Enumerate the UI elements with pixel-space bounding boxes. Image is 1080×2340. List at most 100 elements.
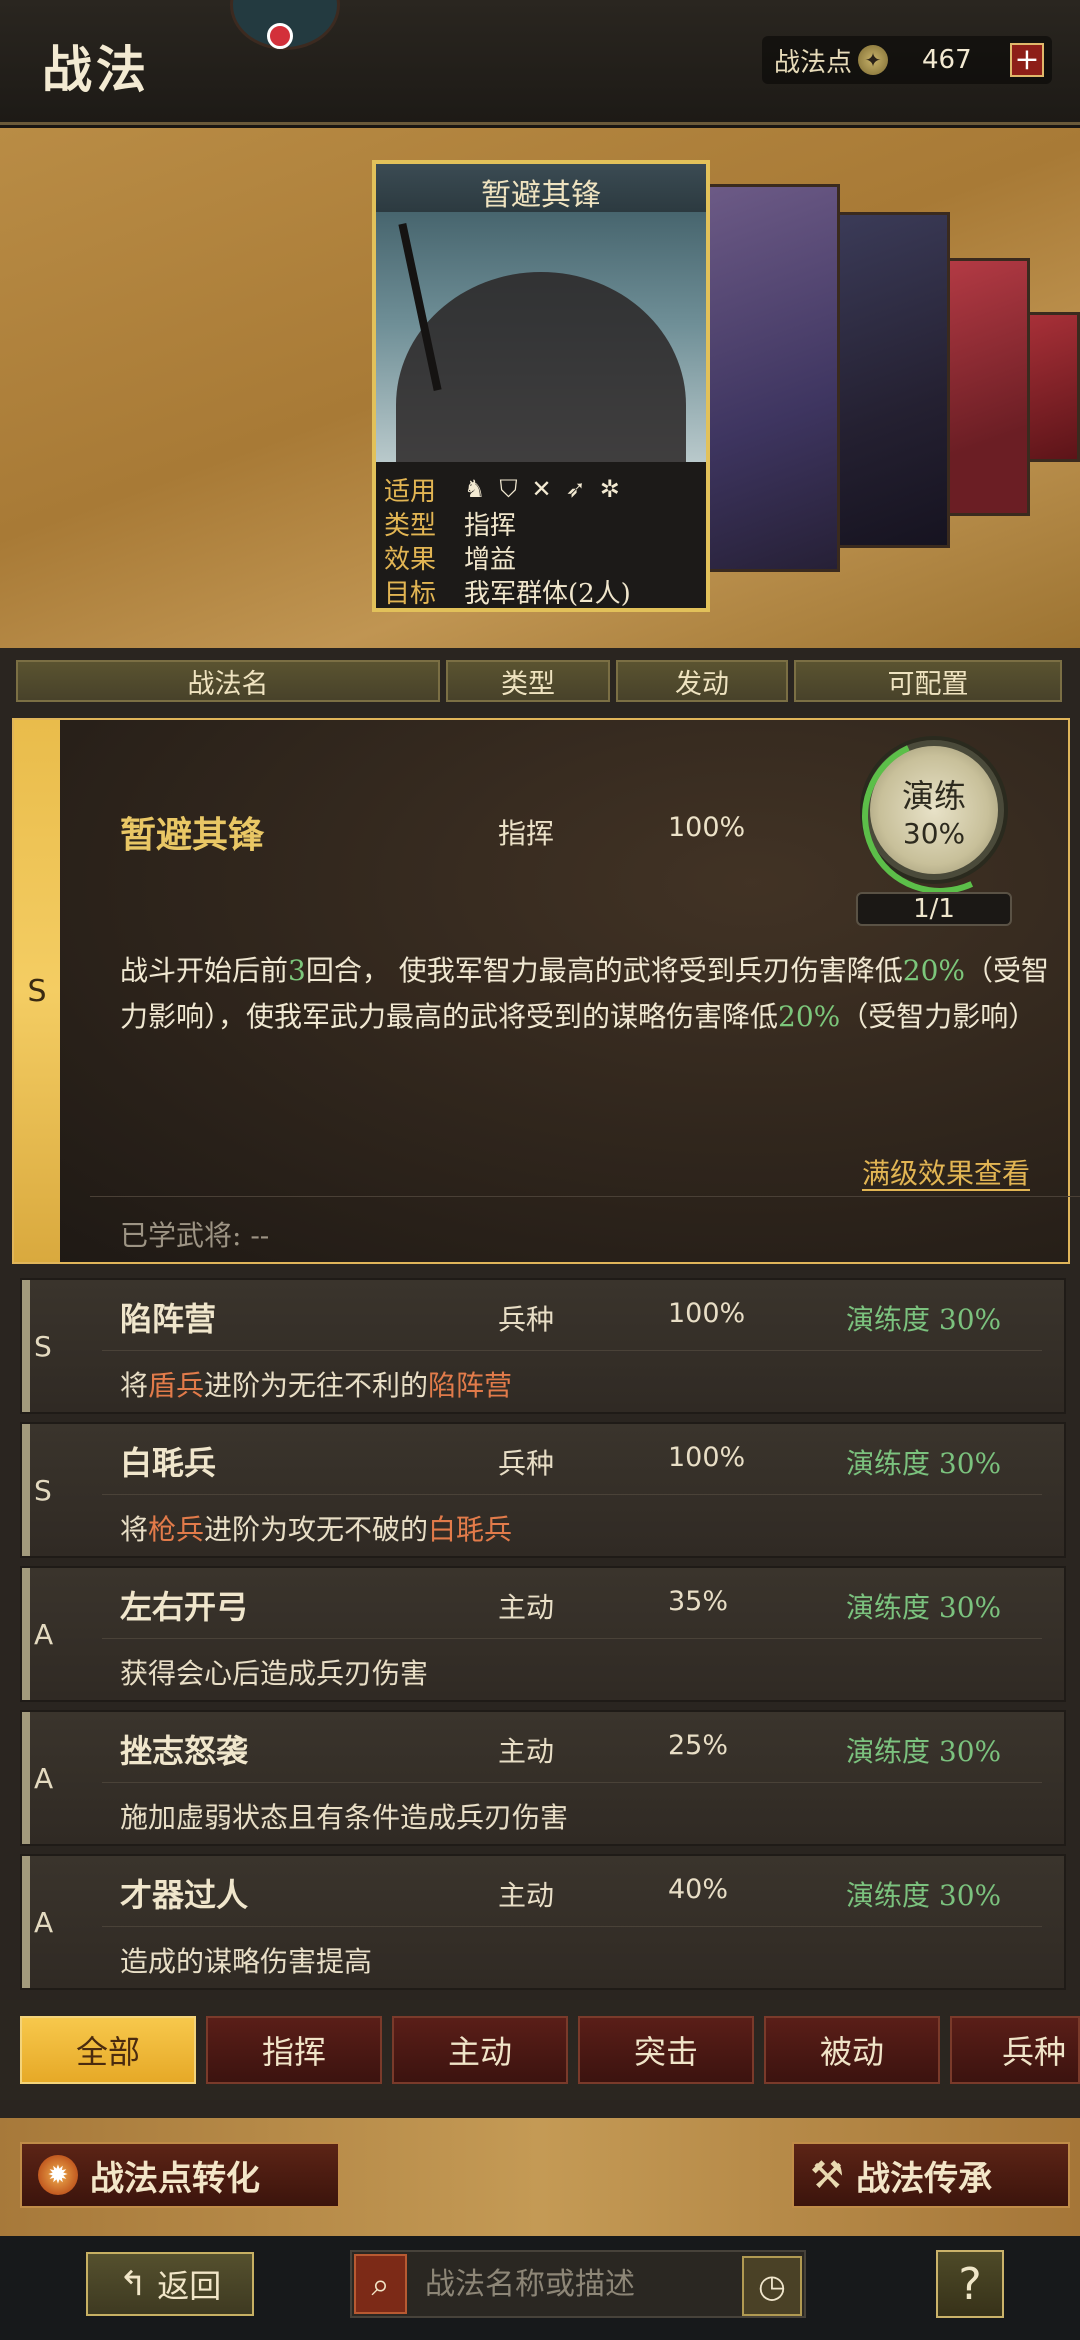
tactic-card-next-2[interactable]	[836, 212, 950, 548]
tactic-trigger-rate: 100%	[668, 1298, 746, 1329]
wheel-icon: ✲	[599, 475, 620, 503]
fire-icon: ✹	[38, 2155, 78, 2195]
filter-tabs: 全部 指挥 主动 突击 被动 兵种	[0, 2000, 1080, 2100]
card-apply-label: 适用	[384, 476, 437, 507]
row-accent	[22, 1280, 30, 1412]
tactic-trigger-rate: 40%	[668, 1874, 729, 1905]
bow-icon: ✕	[531, 475, 552, 503]
tab-passive[interactable]: 被动	[764, 2016, 940, 2084]
tactic-type: 主动	[498, 1735, 555, 1768]
card-type-label: 类型	[384, 510, 437, 541]
tactic-row[interactable]: A 挫志怒袭 主动 25% 演练度 30% 施加虚弱状态且有条件造成兵刃伤害	[20, 1710, 1066, 1846]
tactic-card-next-4[interactable]	[1026, 312, 1080, 462]
tactic-trigger-rate: 100%	[668, 1442, 746, 1473]
tactic-points-label: 战法点	[774, 47, 853, 78]
row-divider	[102, 1782, 1042, 1783]
bottom-nav: ↰ 返回 ⌕ ◷ ?	[0, 2236, 1080, 2340]
row-accent	[22, 1424, 30, 1556]
inherit-tactic-button[interactable]: ⚒ 战法传承	[792, 2142, 1070, 2208]
grade-badge: A	[34, 1906, 54, 1939]
tactic-type: 主动	[498, 1879, 555, 1912]
tactic-card-main[interactable]: 暂避其锋 适用 ♞ ⛉ ✕ ➶ ✲ 类型 指挥 效果 增益 目标 我军群体(2人…	[372, 160, 710, 612]
tactic-name: 陷阵营	[120, 1300, 217, 1338]
tactic-row[interactable]: S 白毦兵 兵种 100% 演练度 30% 将枪兵进阶为攻无不破的白毦兵	[20, 1422, 1066, 1558]
tactic-row[interactable]: S 陷阵营 兵种 100% 演练度 30% 将盾兵进阶为无往不利的陷阵营	[20, 1278, 1066, 1414]
row-divider	[102, 1494, 1042, 1495]
notification-dot	[267, 23, 293, 49]
page-title: 战法	[42, 40, 150, 99]
tactic-trigger-rate: 100%	[668, 812, 746, 843]
tab-troop[interactable]: 兵种	[950, 2016, 1080, 2084]
grade-badge: S	[14, 720, 60, 1262]
tab-all[interactable]: 全部	[20, 2016, 196, 2084]
tactic-summary: 将盾兵进阶为无往不利的陷阵营	[120, 1369, 513, 1402]
grade-badge: A	[34, 1618, 54, 1651]
tactic-summary: 获得会心后造成兵刃伤害	[120, 1657, 429, 1690]
search-box: ⌕	[350, 2250, 806, 2318]
tactic-row[interactable]: A 才器过人 主动 40% 演练度 30% 造成的谋略伤害提高	[20, 1854, 1066, 1990]
tactic-type: 主动	[498, 1591, 555, 1624]
card-target-value: 我军群体(2人)	[464, 578, 631, 609]
column-header-configurable[interactable]: 可配置	[794, 660, 1062, 702]
selected-tactic-row[interactable]: S 暂避其锋 指挥 100% 演练 30% 1/1 战斗开始后前3回合， 使我军…	[12, 718, 1080, 1264]
history-clock-icon[interactable]: ◷	[742, 2256, 802, 2316]
convert-points-label: 战法点转化	[90, 2158, 260, 2199]
tactic-name: 白毦兵	[120, 1444, 217, 1482]
tactic-points-box: 战法点 ✦ 467 +	[762, 36, 1052, 84]
grade-badge: S	[34, 1330, 52, 1363]
back-arrow-icon: ↰	[118, 2264, 148, 2304]
coin-icon: ✦	[858, 45, 889, 75]
drill-progress-badge[interactable]: 演练 30%	[864, 740, 1004, 880]
grade-badge: S	[34, 1474, 52, 1507]
top-bar: 战法 战法点 ✦ 467 +	[0, 0, 1080, 125]
tab-assault[interactable]: 突击	[578, 2016, 754, 2084]
full-level-effect-link[interactable]: 满级效果查看	[862, 1152, 1030, 1192]
avatar[interactable]	[230, 0, 340, 50]
tactic-trigger-rate: 35%	[668, 1586, 729, 1617]
practice-level: 演练度 30%	[846, 1879, 1002, 1912]
row-accent	[22, 1856, 30, 1988]
tactic-name: 左右开弓	[120, 1588, 249, 1626]
tactic-trigger-rate: 25%	[668, 1730, 729, 1761]
shield-icon: ⛉	[499, 475, 518, 503]
back-button[interactable]: ↰ 返回	[86, 2252, 254, 2316]
learned-generals: 已学武将: --	[89, 1196, 1080, 1254]
unit-icons: ♞ ⛉ ✕ ➶ ✲	[464, 475, 620, 503]
practice-level: 演练度 30%	[846, 1735, 1002, 1768]
tactic-type: 兵种	[498, 1447, 555, 1480]
card-showcase: 暂避其锋 适用 ♞ ⛉ ✕ ➶ ✲ 类型 指挥 效果 增益 目标 我军群体(2人…	[0, 128, 1080, 648]
config-count: 1/1	[856, 892, 1012, 926]
card-type-value: 指挥	[464, 510, 517, 541]
row-divider	[102, 1926, 1042, 1927]
tactic-name: 挫志怒袭	[120, 1732, 249, 1770]
tactic-summary: 施加虚弱状态且有条件造成兵刃伤害	[120, 1801, 569, 1834]
convert-points-button[interactable]: ✹ 战法点转化	[20, 2142, 340, 2208]
card-info: 适用 ♞ ⛉ ✕ ➶ ✲ 类型 指挥 效果 增益 目标 我军群体(2人)	[376, 462, 706, 618]
tab-command[interactable]: 指挥	[206, 2016, 382, 2084]
grade-badge: A	[34, 1762, 54, 1795]
tactic-card-next-3[interactable]	[946, 258, 1030, 516]
add-points-button[interactable]: +	[1010, 43, 1044, 77]
search-icon[interactable]: ⌕	[354, 2254, 407, 2314]
column-header-trigger[interactable]: 发动	[616, 660, 788, 702]
practice-level: 演练度 30%	[846, 1591, 1002, 1624]
drill-label: 演练	[901, 776, 966, 815]
tactic-type: 兵种	[498, 1303, 555, 1336]
tab-active[interactable]: 主动	[392, 2016, 568, 2084]
row-divider	[102, 1638, 1042, 1639]
warrior-silhouette	[396, 272, 686, 462]
card-effect-value: 增益	[464, 544, 517, 575]
tactic-row[interactable]: A 左右开弓 主动 35% 演练度 30% 获得会心后造成兵刃伤害	[20, 1566, 1066, 1702]
row-accent	[22, 1568, 30, 1700]
tactic-card-next-1[interactable]	[706, 184, 840, 572]
column-header-type[interactable]: 类型	[446, 660, 610, 702]
column-header-name[interactable]: 战法名	[16, 660, 440, 702]
tactic-points-value: 467	[922, 45, 972, 75]
tactic-summary: 造成的谋略伤害提高	[120, 1945, 373, 1978]
card-art	[376, 212, 706, 462]
tactic-description: 战斗开始后前3回合， 使我军智力最高的武将受到兵刃伤害降低20%（受智力影响），…	[120, 954, 1049, 1033]
hammer-icon: ⚒	[810, 2153, 845, 2197]
help-button[interactable]: ?	[936, 2250, 1004, 2318]
drill-value: 30%	[902, 816, 966, 850]
card-name: 暂避其锋	[376, 164, 706, 213]
